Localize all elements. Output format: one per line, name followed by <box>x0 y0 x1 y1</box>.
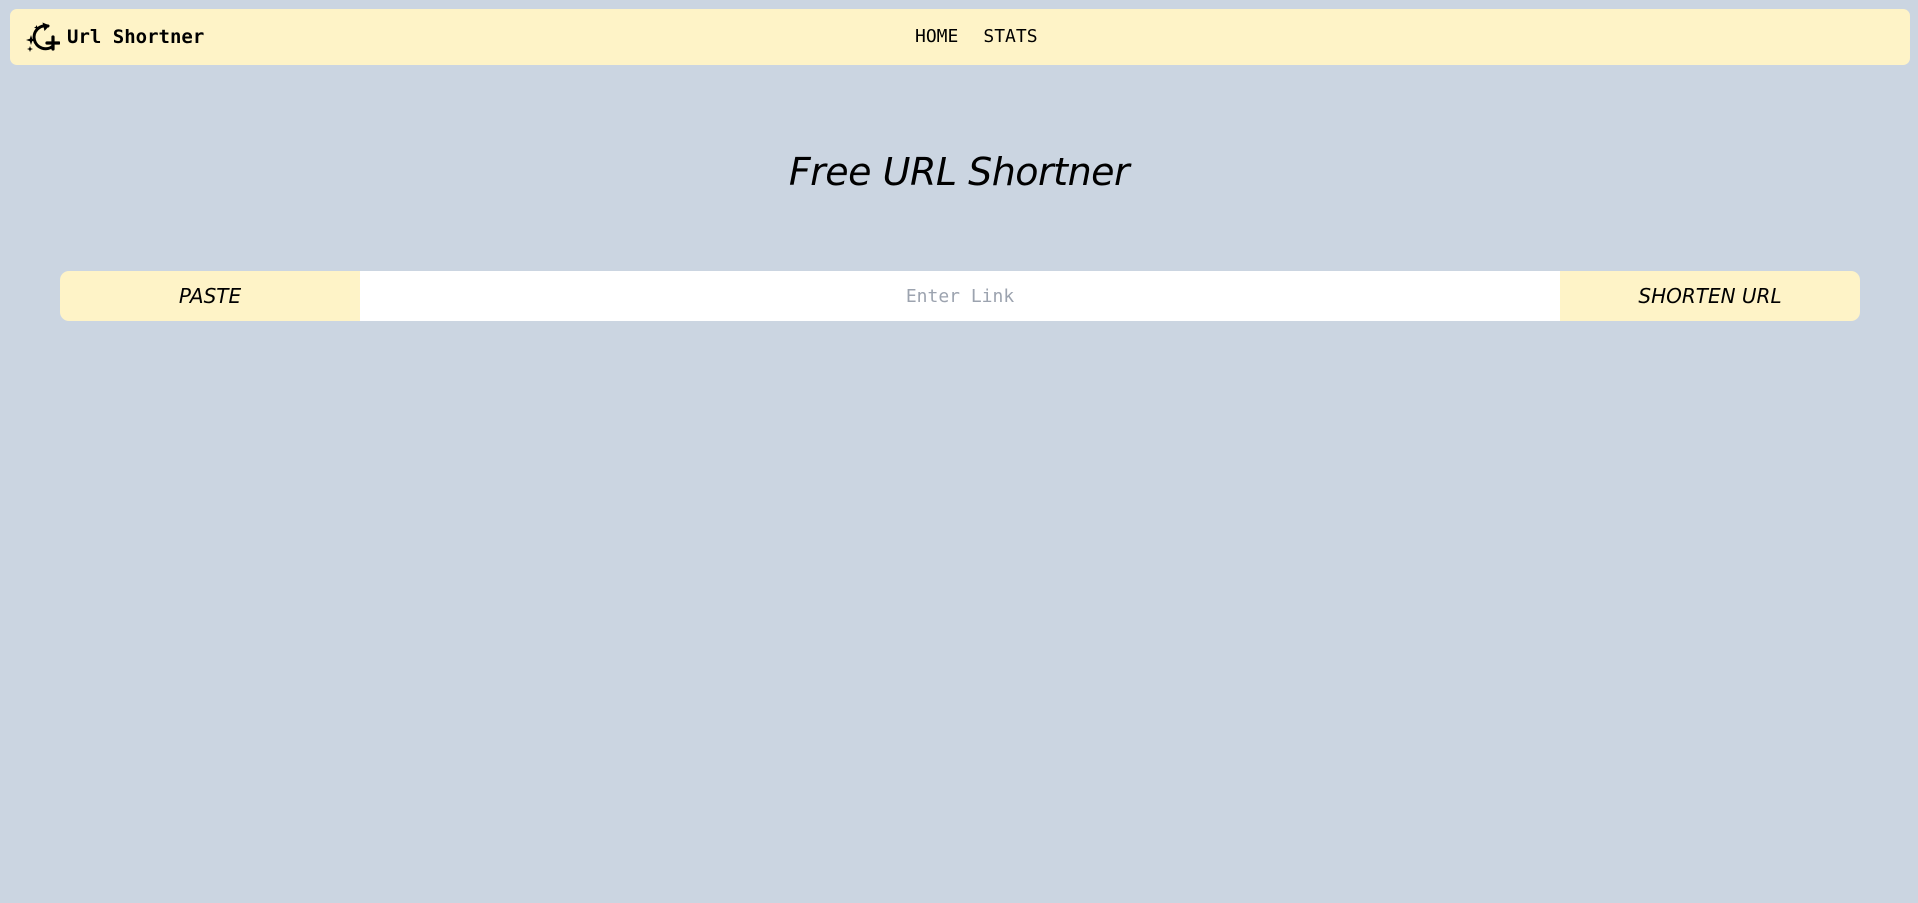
navbar: Url Shortner HOME STATS <box>10 9 1910 65</box>
shorten-url-button[interactable]: SHORTEN URL <box>1560 271 1860 321</box>
sparkles-rotate-icon <box>26 22 60 52</box>
nav-link-home[interactable]: HOME <box>915 25 958 49</box>
nav-link-stats[interactable]: STATS <box>983 25 1037 49</box>
link-input[interactable] <box>360 271 1560 321</box>
brand-title: Url Shortner <box>67 26 205 48</box>
shorten-form: PASTE SHORTEN URL <box>60 271 1860 321</box>
page-title: Free URL Shortner <box>788 150 1130 194</box>
paste-button[interactable]: PASTE <box>60 271 360 321</box>
brand-link[interactable]: Url Shortner <box>24 19 204 55</box>
nav-links: HOME STATS <box>915 25 1038 49</box>
